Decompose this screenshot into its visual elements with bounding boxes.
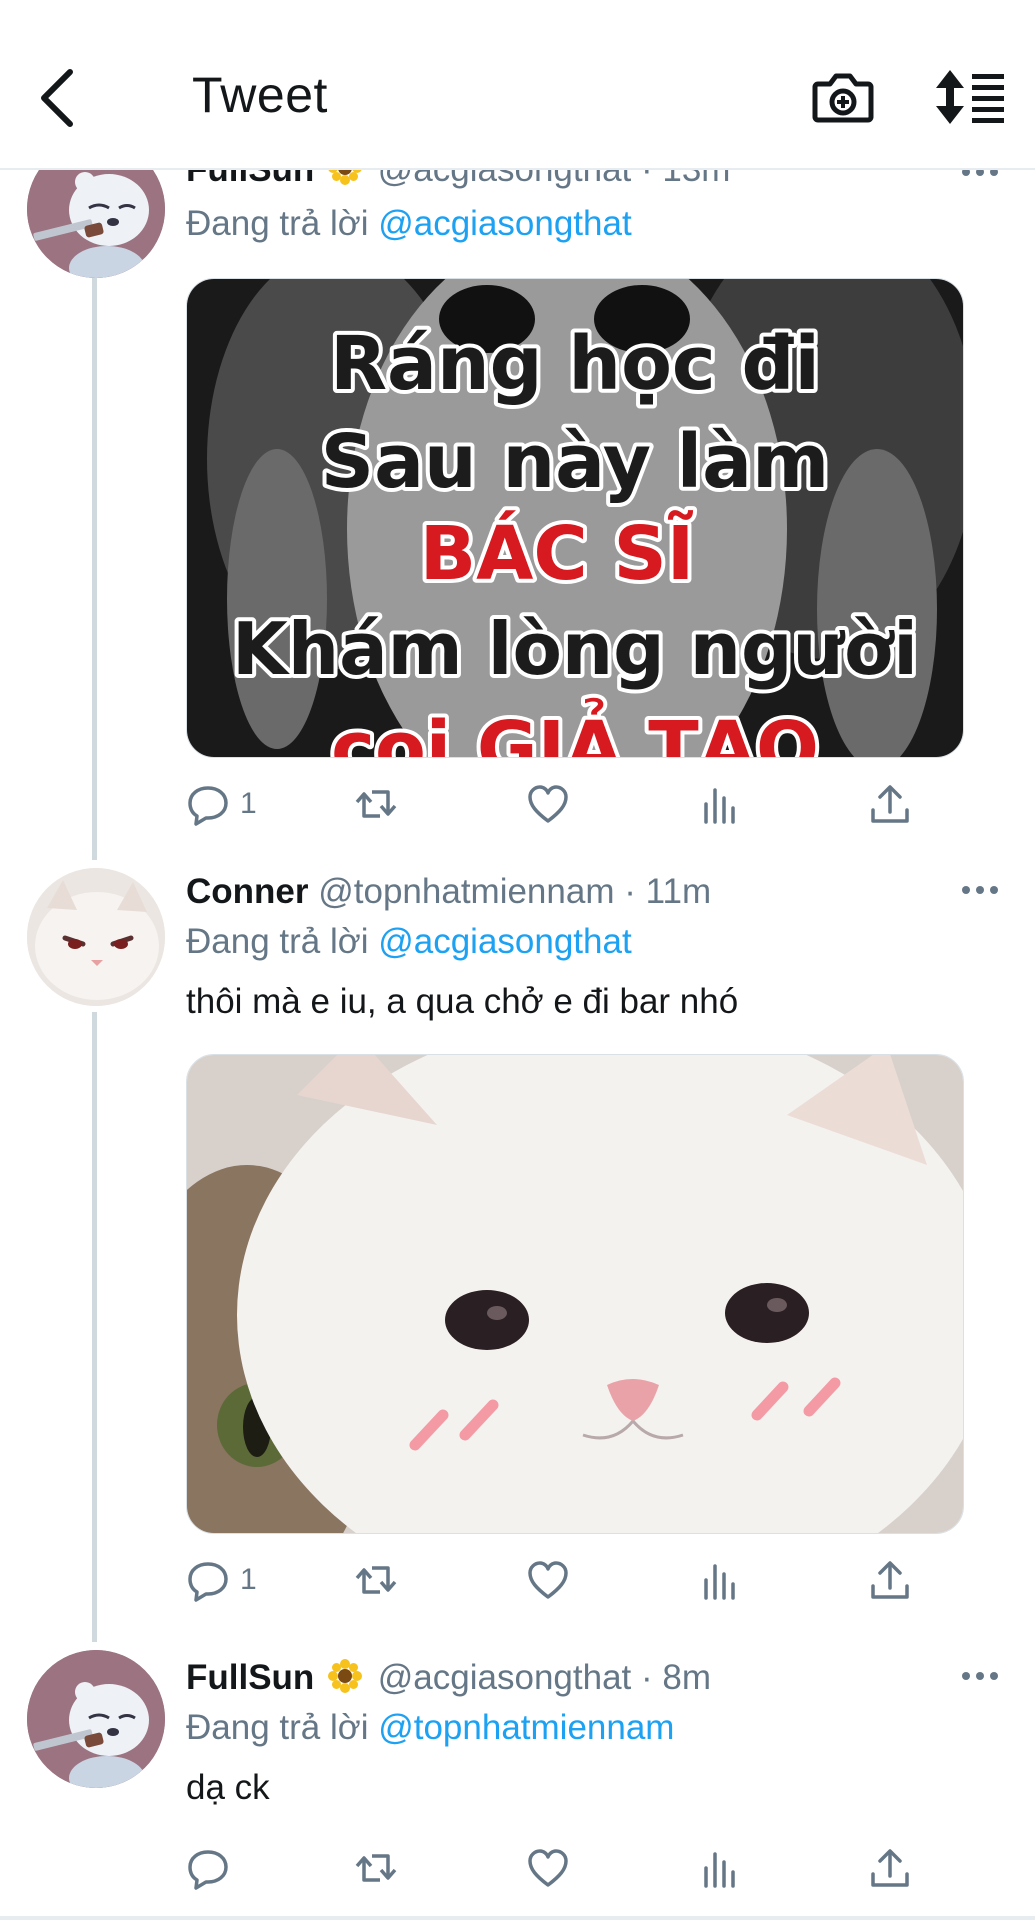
tweet-text: thôi mà e iu, a qua chở e đi bar nhó — [186, 982, 739, 1021]
camera-plus-icon — [812, 73, 874, 123]
camera-button[interactable] — [812, 68, 874, 126]
tweet-image[interactable] — [186, 1054, 964, 1534]
heart-icon — [528, 1561, 568, 1599]
user-handle[interactable]: @topnhatmiennam — [318, 872, 614, 911]
retweet-icon — [355, 1566, 397, 1594]
retweet-button[interactable] — [354, 780, 398, 828]
retweet-icon — [355, 1854, 397, 1882]
share-icon — [871, 1849, 909, 1887]
reply-button[interactable]: 1 — [186, 780, 257, 828]
meme-text-line: Sau này làm — [321, 419, 829, 505]
share-button[interactable] — [868, 1556, 912, 1604]
meme-text-line: Ráng học đi — [330, 321, 820, 407]
sort-icon — [936, 70, 1004, 124]
reply-context: Đang trả lời @acgiasongthat — [186, 204, 632, 244]
reply-icon — [188, 1562, 228, 1602]
heart-icon — [528, 785, 568, 823]
meme-text-line: Khám lòng người — [232, 607, 918, 691]
display-name[interactable]: FullSun — [186, 1658, 314, 1697]
reply-context: Đang trả lời @topnhatmiennam — [186, 1708, 674, 1748]
back-icon — [41, 69, 73, 127]
timestamp: · 11m — [624, 872, 712, 911]
tweet-actions: 1 — [186, 1556, 926, 1606]
more-icon — [962, 886, 998, 894]
reply-handle-link[interactable]: @acgiasongthat — [378, 922, 631, 961]
thread-line — [92, 1012, 97, 1642]
reply-count: 1 — [240, 787, 257, 820]
analytics-icon — [704, 1852, 735, 1888]
thread-line — [92, 240, 97, 860]
tweet-header: Conner @topnhatmiennam · 11m — [186, 872, 711, 912]
tweet-image[interactable]: Ráng học đi Sau này làm BÁC SĨ Khám lòng… — [186, 278, 964, 758]
avatar[interactable] — [27, 1650, 165, 1788]
reply-button[interactable]: 1 — [186, 1556, 257, 1604]
share-button[interactable] — [868, 780, 912, 828]
share-icon — [871, 785, 909, 823]
share-icon — [871, 1561, 909, 1599]
divider — [0, 1916, 1035, 1920]
tweet-header: FullSun @acgiasongthat · 8m — [186, 1658, 711, 1698]
sort-replies-button[interactable] — [934, 68, 1006, 126]
tweet-actions — [186, 1844, 926, 1894]
more-button[interactable] — [960, 880, 1000, 900]
like-button[interactable] — [526, 1844, 570, 1892]
tweet-text: dạ ck — [186, 1768, 270, 1807]
reply-handle-link[interactable]: @topnhatmiennam — [378, 1708, 674, 1747]
reply-prefix: Đang trả lời — [186, 1708, 369, 1747]
analytics-button[interactable] — [698, 1556, 742, 1604]
analytics-button[interactable] — [698, 1844, 742, 1892]
page-title: Tweet — [192, 67, 328, 123]
meme-text-line: BÁC SĨ — [420, 509, 695, 597]
reply-prefix: Đang trả lời — [186, 922, 369, 961]
retweet-button[interactable] — [354, 1556, 398, 1604]
display-name[interactable]: Conner — [186, 872, 309, 911]
tweet-actions: 1 — [186, 780, 926, 830]
back-button[interactable] — [36, 64, 80, 132]
like-button[interactable] — [526, 780, 570, 828]
analytics-button[interactable] — [698, 780, 742, 828]
retweet-icon — [355, 790, 397, 818]
heart-icon — [528, 1849, 568, 1887]
reply-count: 1 — [240, 1563, 257, 1596]
more-button[interactable] — [960, 1666, 1000, 1686]
sunflower-icon — [328, 1659, 363, 1693]
reply-handle-link[interactable]: @acgiasongthat — [378, 204, 631, 243]
user-handle[interactable]: @acgiasongthat — [378, 1658, 631, 1697]
reply-icon — [188, 1850, 228, 1890]
meme-text-line: coi GIẢ TẠO — [331, 697, 819, 757]
top-bar: Tweet — [0, 0, 1035, 170]
analytics-icon — [704, 788, 735, 824]
analytics-icon — [704, 1564, 735, 1600]
more-icon — [962, 1672, 998, 1680]
reply-icon — [188, 786, 228, 826]
reply-prefix: Đang trả lời — [186, 204, 369, 243]
reply-context: Đang trả lời @acgiasongthat — [186, 922, 632, 962]
timestamp: · 8m — [641, 1658, 711, 1697]
retweet-button[interactable] — [354, 1844, 398, 1892]
like-button[interactable] — [526, 1556, 570, 1604]
share-button[interactable] — [868, 1844, 912, 1892]
avatar[interactable] — [27, 868, 165, 1006]
reply-button[interactable] — [186, 1844, 240, 1892]
